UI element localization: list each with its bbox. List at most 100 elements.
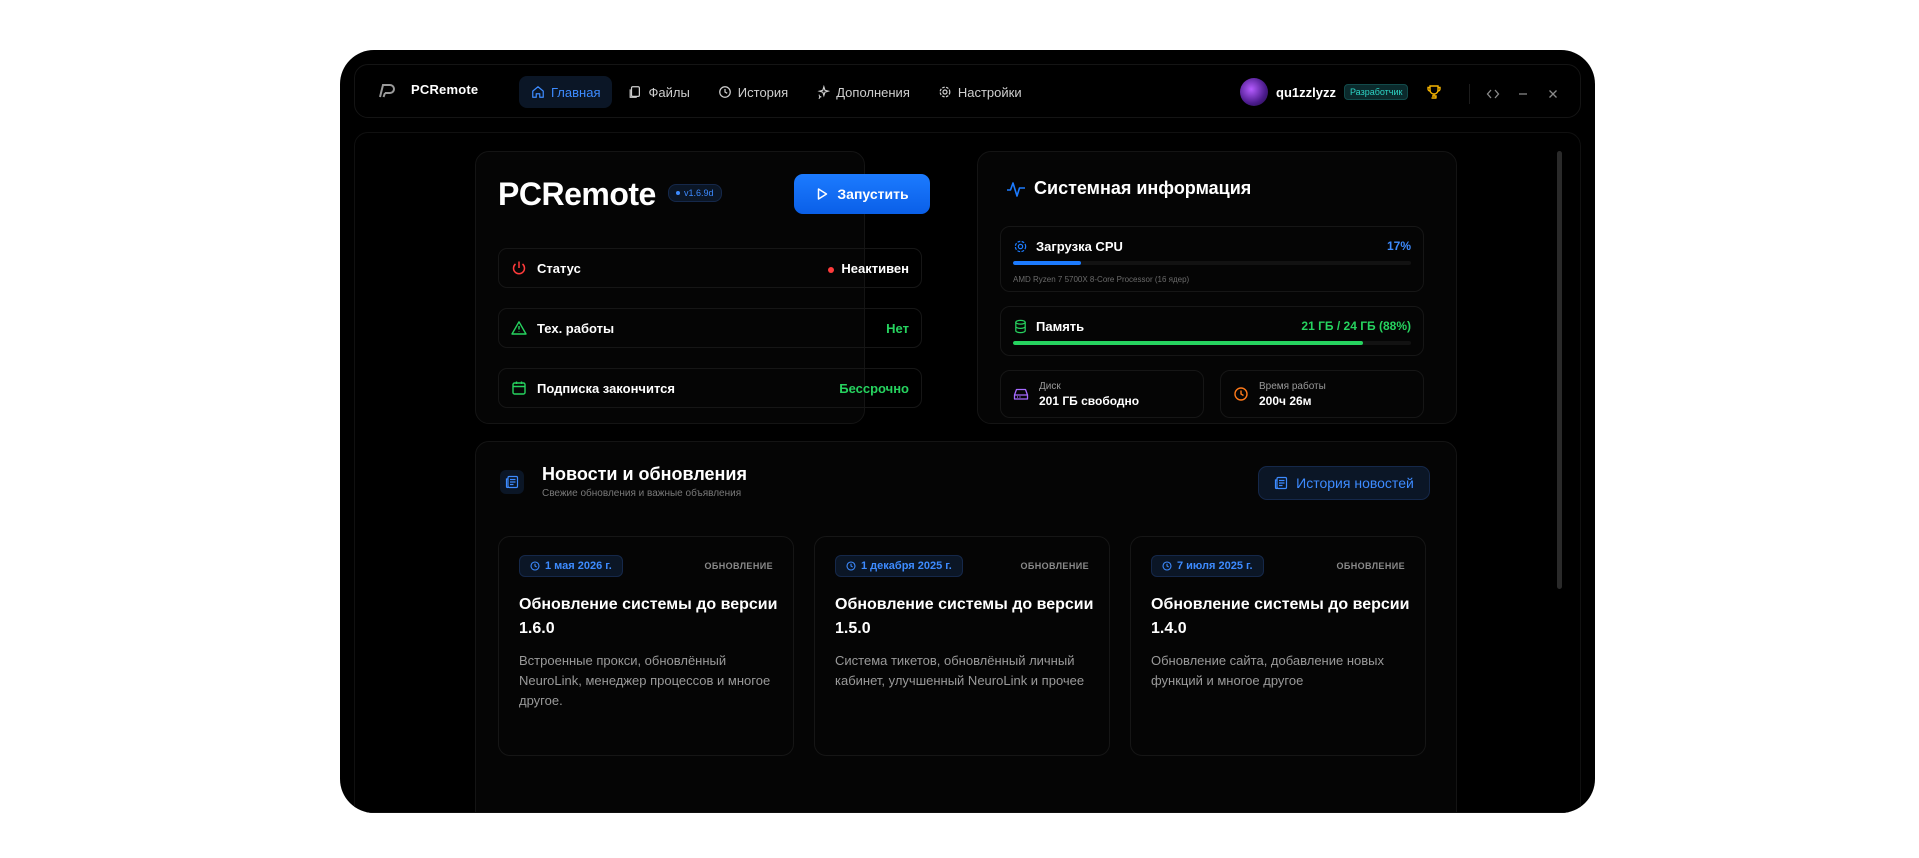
news-card-title: Обновление системы до версии 1.4.0	[1151, 596, 1410, 637]
memory-label-text: Память	[1036, 319, 1085, 334]
hard-drive-icon	[1013, 388, 1029, 400]
news-tag: ОБНОВЛЕНИЕ	[704, 561, 773, 571]
user-profile[interactable]: qu1zzlyzz Разработчик	[1240, 78, 1442, 106]
memory-progress-bar	[1013, 341, 1411, 345]
app-name: PCRemote	[411, 82, 479, 97]
version-badge: v1.6.9d	[668, 184, 722, 202]
subscription-label: Подписка закончится	[537, 380, 675, 396]
nav-item-home[interactable]: Главная	[519, 76, 613, 108]
scrollbar[interactable]	[1557, 151, 1562, 589]
status-value: Неактивен	[828, 261, 909, 276]
launch-button[interactable]: Запустить	[794, 174, 930, 214]
history-icon	[718, 86, 731, 98]
cpu-panel: Загрузка CPU 17% AMD Ryzen 7 5700X 8-Cor…	[1000, 226, 1424, 292]
cpu-label: Загрузка CPU	[1013, 239, 1123, 254]
warning-icon	[511, 321, 527, 335]
cpu-icon	[1014, 240, 1027, 253]
nav-label: Настройки	[957, 84, 1022, 100]
news-card[interactable]: 1 мая 2026 г. ОБНОВЛЕНИЕ Обновление сист…	[498, 536, 794, 756]
status-row: Статус Неактивен	[498, 248, 922, 288]
newspaper-icon	[505, 475, 519, 489]
close-icon[interactable]	[1546, 87, 1560, 101]
files-icon	[630, 86, 641, 98]
nav-item-files[interactable]: Файлы	[616, 76, 701, 108]
product-title: PCRemote	[498, 176, 656, 212]
clock-icon	[846, 561, 856, 571]
cpu-progress-bar	[1013, 261, 1411, 265]
status-label: Статус	[537, 260, 581, 276]
news-date-badge: 1 декабря 2025 г.	[835, 555, 963, 577]
news-card-title: Обновление системы до версии 1.5.0	[835, 596, 1094, 637]
nav-item-settings[interactable]: Настройки	[926, 76, 1034, 108]
cpu-value: 17%	[1386, 239, 1411, 253]
news-card[interactable]: 1 декабря 2025 г. ОБНОВЛЕНИЕ Обновление …	[814, 536, 1110, 756]
status-dot	[828, 266, 835, 273]
disk-panel: Диск 201 ГБ свободно	[1000, 370, 1204, 418]
uptime-panel: Время работы 200ч 26м	[1220, 370, 1424, 418]
app-window: PCRemote Главная Файлы История Дополнени…	[340, 50, 1595, 813]
memory-value: 21 ГБ / 24 ГБ (88%)	[1301, 319, 1411, 333]
news-date: 1 мая 2026 г.	[545, 560, 612, 572]
maintenance-label: Тех. работы	[537, 320, 615, 336]
avatar[interactable]	[1240, 78, 1268, 106]
clock-icon	[530, 561, 540, 571]
news-card[interactable]: 7 июля 2025 г. ОБНОВЛЕНИЕ Обновление сис…	[1130, 536, 1426, 756]
cpu-label-text: Загрузка CPU	[1036, 239, 1123, 254]
trophy-icon[interactable]	[1426, 84, 1442, 100]
cpu-model: AMD Ryzen 7 5700X 8-Core Processor (16 я…	[1013, 275, 1190, 284]
news-date-badge: 1 мая 2026 г.	[519, 555, 623, 577]
cpu-progress-fill	[1013, 261, 1081, 265]
role-badge: Разработчик	[1343, 84, 1409, 100]
news-tag: ОБНОВЛЕНИЕ	[1020, 561, 1089, 571]
nav-label: Главная	[551, 84, 601, 100]
play-icon	[818, 188, 828, 200]
maintenance-row: Тех. работы Нет	[498, 308, 922, 348]
main-content: PCRemote v1.6.9d Запустить Статус Неакти…	[354, 132, 1581, 813]
window-controls	[1469, 84, 1560, 104]
memory-label: Память	[1013, 319, 1084, 334]
subscription-value: Бессрочно	[839, 380, 909, 396]
database-icon	[1015, 319, 1026, 334]
activity-icon	[1007, 181, 1025, 197]
news-history-button[interactable]: История новостей	[1258, 466, 1430, 500]
status-text: Неактивен	[841, 260, 909, 276]
news-date-badge: 7 июля 2025 г.	[1151, 555, 1264, 577]
nav-item-addons[interactable]: Дополнения	[804, 76, 922, 108]
uptime-label: Время работы	[1259, 380, 1326, 392]
version-text: v1.6.9d	[684, 188, 714, 198]
minimize-icon[interactable]	[1516, 87, 1530, 101]
news-history-label: История новостей	[1296, 475, 1414, 491]
disk-value: 201 ГБ свободно	[1039, 393, 1140, 408]
uptime-text: Время работы 200ч 26м	[1259, 381, 1326, 408]
disk-text: Диск 201 ГБ свободно	[1039, 381, 1139, 408]
news-tag: ОБНОВЛЕНИЕ	[1336, 561, 1405, 571]
system-info-card: Системная информация Загрузка CPU 17% AM…	[977, 151, 1457, 424]
memory-panel: Память 21 ГБ / 24 ГБ (88%)	[1000, 306, 1424, 356]
news-card-description: Обновление сайта, добавление новых функц…	[1151, 653, 1384, 688]
nav-item-history[interactable]: История	[706, 76, 800, 108]
memory-progress-fill	[1013, 341, 1364, 345]
clock-icon	[1162, 561, 1172, 571]
launcher-card: PCRemote v1.6.9d Запустить Статус Неакти…	[475, 151, 930, 424]
home-icon	[532, 86, 544, 98]
username: qu1zzlyzz	[1276, 84, 1336, 100]
app-logo-icon	[379, 84, 395, 98]
news-card-title: Обновление системы до версии 1.6.0	[519, 596, 778, 637]
news-section: Новости и обновления Свежие обновления и…	[475, 441, 1457, 812]
sparkles-icon	[817, 85, 831, 99]
system-info-header: Системная информация	[1006, 178, 1251, 199]
launch-label: Запустить	[837, 186, 909, 202]
gear-icon	[939, 86, 951, 98]
power-icon	[512, 261, 526, 275]
code-icon[interactable]	[1486, 87, 1500, 101]
nav-label: Файлы	[648, 84, 690, 100]
calendar-icon	[512, 381, 526, 395]
system-info-title: Системная информация	[1034, 178, 1252, 198]
version-dot	[676, 191, 680, 195]
news-icon-wrap	[500, 470, 524, 494]
news-date: 7 июля 2025 г.	[1177, 560, 1253, 572]
maintenance-value: Нет	[886, 320, 909, 336]
news-card-description: Встроенные прокси, обновлённый NeuroLink…	[519, 653, 771, 708]
news-card-description: Система тикетов, обновлённый личный каби…	[835, 653, 1085, 688]
main-nav: Главная Файлы История Дополнения Настрой…	[519, 76, 1034, 108]
